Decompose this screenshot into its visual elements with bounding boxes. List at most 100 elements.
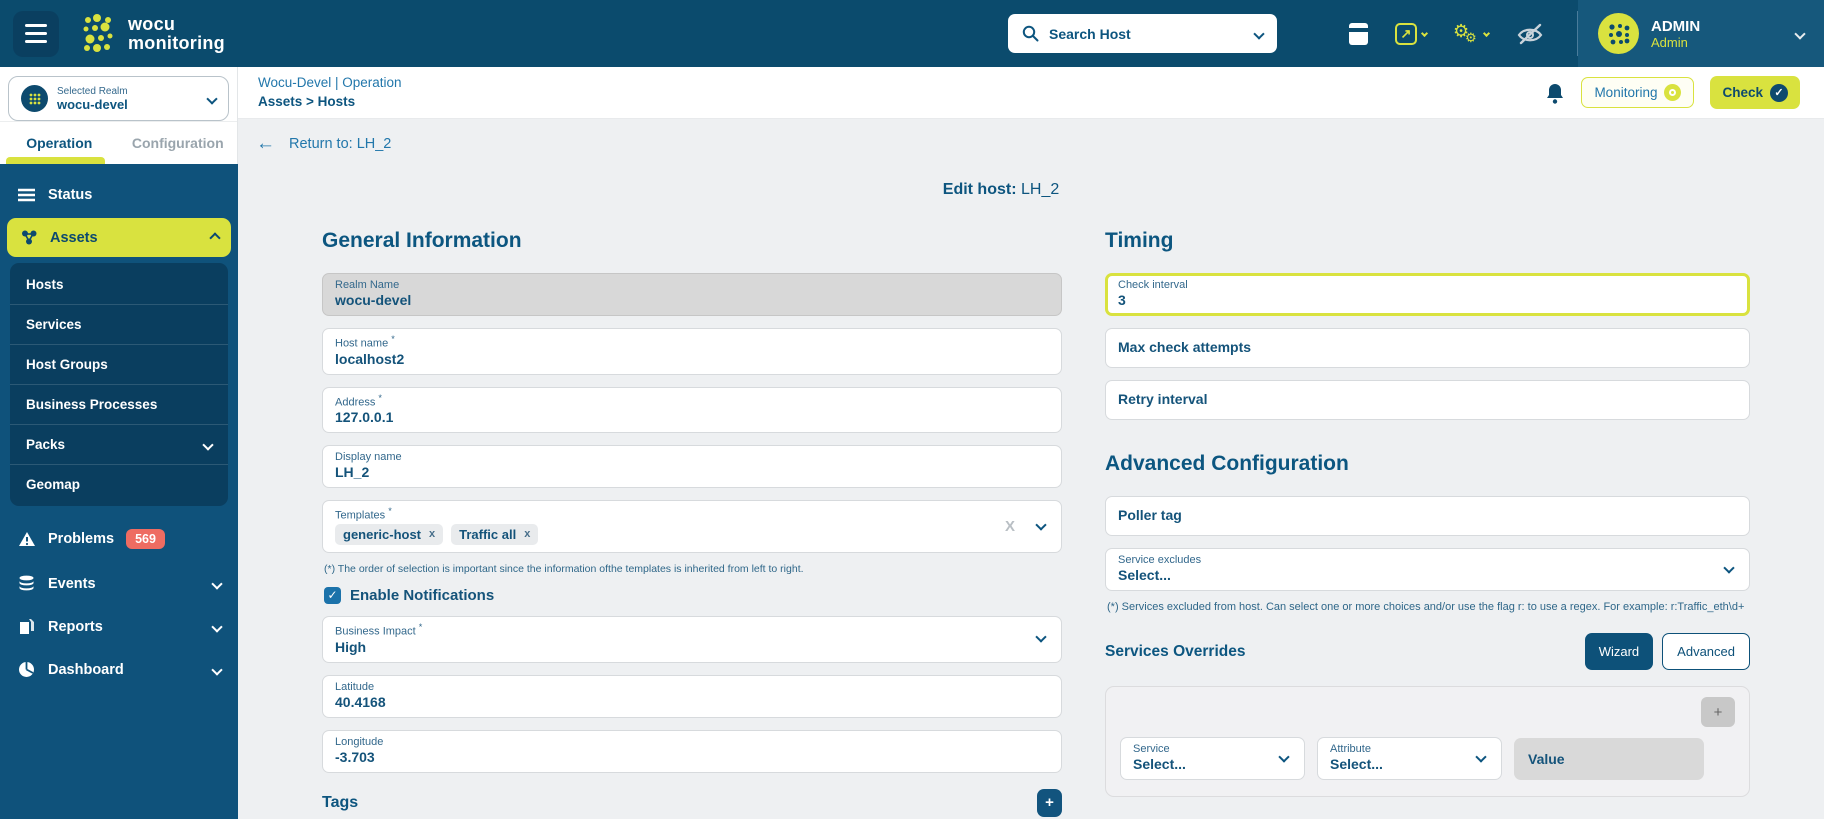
sidebar-item-status[interactable]: Status	[0, 174, 238, 216]
enable-notifications-checkbox[interactable]: ✓	[324, 587, 341, 604]
address-field[interactable]: Address * 127.0.0.1	[322, 387, 1062, 434]
enable-notifications-row: ✓ Enable Notifications	[324, 587, 1062, 604]
service-excludes-select[interactable]: Service excludes Select...	[1105, 548, 1750, 591]
business-impact-label: Business Impact	[335, 626, 416, 638]
sidebar: Selected Realm wocu-devel Operation Conf…	[0, 67, 238, 819]
logo-text-line2: monitoring	[128, 34, 225, 53]
chevron-down-icon	[211, 621, 222, 632]
warning-triangle-icon	[17, 531, 36, 547]
hide-view-button[interactable]	[1515, 22, 1545, 46]
bell-icon[interactable]	[1545, 82, 1565, 104]
sidebar-item-host-groups[interactable]: Host Groups	[10, 345, 228, 385]
gears-icon: ⚙⚙	[1453, 22, 1479, 46]
database-icon	[17, 575, 36, 592]
realm-name-field: Realm Name wocu-devel	[322, 273, 1062, 316]
sidebar-item-business-processes[interactable]: Business Processes	[10, 385, 228, 425]
service-excludes-label: Service excludes	[1118, 554, 1737, 566]
host-name-field[interactable]: Host name * localhost2	[322, 328, 1062, 375]
tab-operation[interactable]: Operation	[0, 122, 119, 164]
advanced-configuration-title: Advanced Configuration	[1105, 452, 1750, 476]
add-tag-button[interactable]: +	[1037, 789, 1062, 817]
sidebar-item-dashboard[interactable]: Dashboard	[0, 648, 238, 691]
assets-nodes-icon	[19, 229, 38, 246]
content-area: ← Return to: LH_2 Edit host: LH_2 Genera…	[238, 119, 1824, 819]
service-excludes-note: (*) Services excluded from host. Can sel…	[1107, 601, 1750, 613]
clear-templates-icon[interactable]: X	[1005, 518, 1015, 535]
hamburger-menu-button[interactable]	[13, 11, 59, 57]
logo-text-line1: wocu	[128, 15, 225, 34]
search-host-dropdown[interactable]: Search Host	[1008, 14, 1277, 53]
check-interval-label: Check interval	[1118, 279, 1737, 291]
realm-icon	[21, 85, 48, 112]
realm-name-value: wocu-devel	[335, 292, 1049, 308]
external-link-icon: ↗	[1395, 23, 1417, 45]
templates-field[interactable]: Templates * generic-host x Traffic all x	[322, 500, 1062, 553]
business-impact-select[interactable]: Business Impact * High	[322, 616, 1062, 663]
selected-realm-dropdown[interactable]: Selected Realm wocu-devel	[8, 76, 229, 121]
external-link-button[interactable]: ↗	[1395, 23, 1427, 45]
monitoring-button[interactable]: Monitoring	[1581, 77, 1694, 108]
wocu-logo-icon	[81, 14, 119, 54]
settings-gears-button[interactable]: ⚙⚙	[1453, 22, 1489, 46]
sidebar-item-packs[interactable]: Packs	[10, 425, 228, 465]
sidebar-item-label: Dashboard	[48, 662, 124, 678]
override-service-select[interactable]: Service Select...	[1120, 737, 1305, 780]
sidebar-item-problems[interactable]: Problems 569	[0, 516, 238, 562]
advanced-button[interactable]: Advanced	[1662, 633, 1750, 670]
chevron-down-icon	[206, 93, 217, 104]
display-name-field[interactable]: Display name LH_2	[322, 445, 1062, 488]
breadcrumb-path: Assets > Hosts	[258, 93, 402, 111]
chevron-down-icon	[1253, 28, 1264, 39]
longitude-field[interactable]: Longitude -3.703	[322, 730, 1062, 773]
tags-title: Tags	[322, 794, 358, 812]
sidebar-item-services[interactable]: Services	[10, 305, 228, 345]
realm-value: wocu-devel	[57, 97, 199, 112]
wizard-button[interactable]: Wizard	[1585, 633, 1653, 670]
override-attribute-label: Attribute	[1330, 743, 1489, 755]
template-chip-label: Traffic all	[459, 527, 516, 542]
address-value: 127.0.0.1	[335, 409, 1049, 425]
tab-configuration[interactable]: Configuration	[119, 122, 238, 164]
override-attribute-select[interactable]: Attribute Select...	[1317, 737, 1502, 780]
pie-chart-icon	[17, 661, 36, 678]
check-button[interactable]: Check ✓	[1710, 76, 1800, 109]
chevron-up-icon	[209, 232, 220, 243]
template-chip-label: generic-host	[343, 527, 421, 542]
problems-count-badge: 569	[126, 529, 165, 549]
poller-tag-field[interactable]: Poller tag	[1105, 496, 1750, 536]
realm-label: Selected Realm	[57, 86, 199, 97]
sidebar-item-geomap[interactable]: Geomap	[10, 465, 228, 504]
sidebar-item-label: Events	[48, 576, 96, 592]
wocu-logo: wocu monitoring	[81, 14, 225, 54]
return-link[interactable]: ← Return to: LH_2	[252, 133, 1750, 155]
monitoring-button-label: Monitoring	[1594, 85, 1657, 100]
sidebar-item-reports[interactable]: Reports	[0, 605, 238, 648]
retry-interval-field[interactable]: Retry interval	[1105, 380, 1750, 420]
sidebar-item-label: Problems	[48, 531, 114, 547]
check-interval-field[interactable]: Check interval 3	[1105, 273, 1750, 316]
add-override-button[interactable]: +	[1701, 697, 1735, 727]
remove-chip-icon[interactable]: x	[524, 528, 530, 540]
sidebar-item-assets[interactable]: Assets	[7, 218, 231, 257]
override-value-field: Value	[1514, 738, 1704, 780]
check-circle-icon: ✓	[1770, 84, 1788, 102]
page-title: Edit host: LH_2	[252, 181, 1750, 199]
return-link-label: Return to: LH_2	[289, 136, 391, 152]
docs-book-button[interactable]	[1348, 22, 1369, 46]
admin-user-menu[interactable]: ADMIN Admin	[1578, 0, 1824, 67]
page-title-label: Edit host:	[943, 181, 1017, 198]
sidebar-item-label: Packs	[26, 437, 65, 452]
remove-chip-icon[interactable]: x	[429, 528, 435, 540]
sidebar-item-hosts[interactable]: Hosts	[10, 265, 228, 305]
report-pages-icon	[17, 618, 36, 635]
breadcrumb-bar: Wocu-Devel | Operation Assets > Hosts Mo…	[238, 67, 1824, 119]
latitude-field[interactable]: Latitude 40.4168	[322, 675, 1062, 718]
max-check-attempts-field[interactable]: Max check attempts	[1105, 328, 1750, 368]
longitude-label: Longitude	[335, 736, 1049, 748]
sidebar-item-events[interactable]: Events	[0, 562, 238, 605]
override-service-value: Select...	[1133, 756, 1292, 772]
override-attribute-value: Select...	[1330, 756, 1489, 772]
check-interval-value: 3	[1118, 292, 1737, 308]
breadcrumb-realm-link[interactable]: Wocu-Devel | Operation	[258, 74, 402, 92]
chevron-down-icon	[211, 578, 222, 589]
